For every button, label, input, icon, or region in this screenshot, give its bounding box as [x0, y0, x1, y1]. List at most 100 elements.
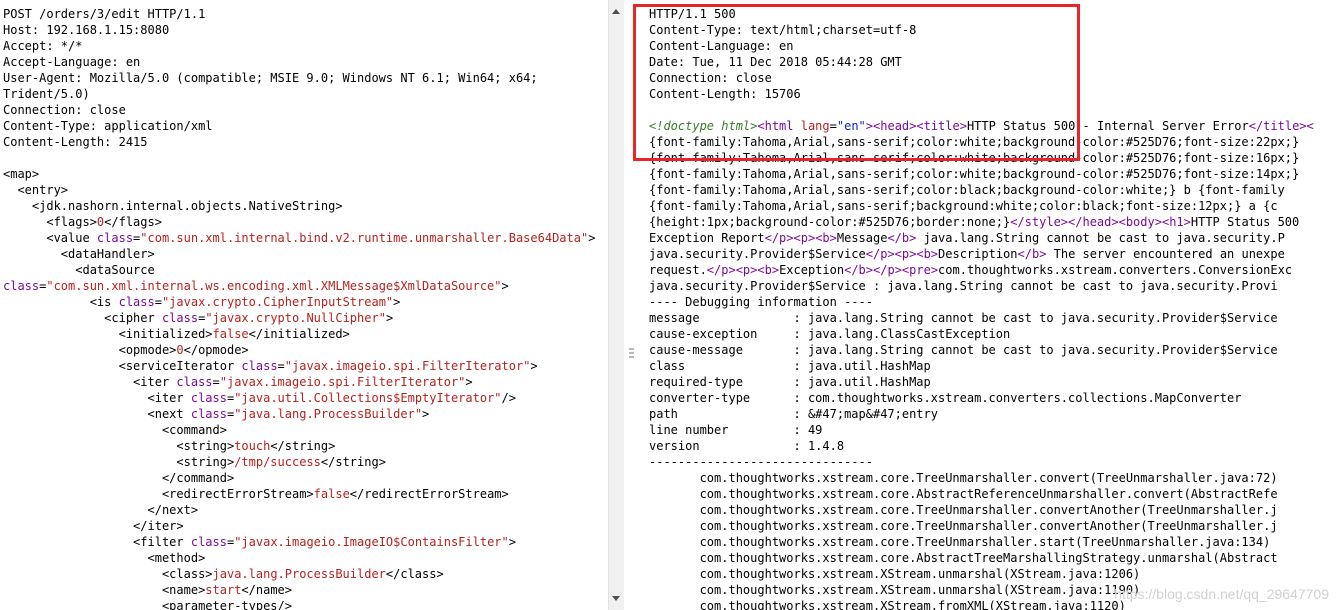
- response-token: com.thoughtworks.xstream.core.AbstractTr…: [649, 551, 1278, 565]
- request-line: Content-Type: application/xml: [3, 118, 595, 134]
- request-token: <name>: [3, 583, 206, 597]
- request-line: [3, 150, 595, 166]
- response-token: cause-message : java.lang.String cannot …: [649, 343, 1278, 357]
- scroll-down-arrow-icon[interactable]: [612, 596, 620, 601]
- request-token: <dataSource: [3, 263, 155, 277]
- response-token: converter-type : com.thoughtworks.xstrea…: [649, 391, 1242, 405]
- response-line: {font-family:Tahoma,Arial,sans-serif;col…: [649, 182, 1314, 198]
- request-token: 0: [176, 343, 184, 357]
- request-line: <command>: [3, 422, 595, 438]
- request-token: >: [501, 279, 509, 293]
- request-token: <opmode>: [3, 343, 177, 357]
- request-token: <serviceIterator: [3, 359, 242, 373]
- request-token: "com.sun.xml.internal.bind.v2.runtime.un…: [140, 231, 589, 245]
- response-token: com.thoughtworks.xstream.XStream.unmarsh…: [649, 567, 1141, 581]
- request-token: <parameter-types/>: [3, 599, 292, 610]
- response-token: com.thoughtworks.xstream.core.TreeUnmars…: [649, 471, 1278, 485]
- response-token: com.thoughtworks.xstream.core.TreeUnmars…: [649, 535, 1271, 549]
- response-line: {font-family:Tahoma,Arial,sans-serif;col…: [649, 166, 1314, 182]
- request-line: <redirectErrorStream>false</redirectErro…: [3, 486, 595, 502]
- response-token: java.security.Provider$Service : java.la…: [649, 279, 1278, 293]
- response-line: Exception Report</p><p><b>Message</b> ja…: [649, 230, 1314, 246]
- response-token: </head>: [1068, 215, 1119, 229]
- request-token: </next>: [3, 503, 199, 517]
- request-token: Content-Type: application/xml: [3, 119, 213, 133]
- response-token: <p>: [793, 231, 816, 245]
- scroll-up-arrow-icon[interactable]: [612, 9, 620, 14]
- request-token: POST /orders/3/edit HTTP/1.1: [3, 7, 206, 21]
- request-token: >: [385, 311, 394, 325]
- request-text[interactable]: POST /orders/3/edit HTTP/1.1 Host: 192.16…: [3, 6, 595, 610]
- response-token: <b>: [815, 231, 837, 245]
- request-token: <redirectErrorStream>: [3, 487, 314, 501]
- response-token: Description: [938, 247, 1018, 261]
- response-token: <h1>: [1161, 215, 1191, 229]
- request-token: "com.sun.xml.internal.ws.encoding.xml.XM…: [46, 279, 502, 293]
- response-line: line number : 49: [649, 422, 1314, 438]
- request-line: class="com.sun.xml.internal.ws.encoding.…: [3, 278, 595, 294]
- request-token: <iter: [3, 391, 191, 405]
- request-token: start: [205, 583, 242, 597]
- request-vertical-scrollbar[interactable]: [608, 0, 624, 610]
- response-token: com.thoughtworks.xstream.XStream.fromXML…: [649, 599, 1126, 610]
- response-token: com.thoughtworks.xstream.converters.Conv…: [938, 263, 1293, 277]
- request-line: </next>: [3, 502, 595, 518]
- response-token: line number : 49: [649, 423, 823, 437]
- request-token: "java.lang.ProcessBuilder": [234, 407, 423, 421]
- request-token: </string>: [270, 439, 336, 453]
- watermark-text: https://blog.csdn.net/qq_29647709: [1114, 586, 1329, 602]
- response-token: Exception: [779, 263, 845, 277]
- request-token: "javax.crypto.CipherInputStream": [161, 295, 394, 309]
- request-line: <name>start</name>: [3, 582, 595, 598]
- response-token: <body>: [1118, 215, 1162, 229]
- request-line: <string>touch</string>: [3, 438, 595, 454]
- response-token: {font-family:Tahoma,Arial,sans-serif;col…: [649, 183, 1285, 197]
- request-token: <map>: [3, 167, 40, 181]
- splitter-grip-icon: [629, 352, 634, 354]
- request-token: </initialized>: [248, 327, 350, 341]
- request-token: <command>: [3, 423, 227, 437]
- request-token: </flags>: [104, 215, 162, 229]
- request-token: java.lang.ProcessBuilder: [212, 567, 386, 581]
- request-token: <filter: [3, 535, 191, 549]
- response-token: request.: [649, 263, 707, 277]
- request-pane[interactable]: POST /orders/3/edit HTTP/1.1 Host: 192.16…: [0, 0, 608, 610]
- request-token: >: [465, 375, 473, 389]
- request-line: Trident/5.0): [3, 86, 595, 102]
- request-line: <class>java.lang.ProcessBuilder</class>: [3, 566, 595, 582]
- request-token: "javax.crypto.NullCipher": [205, 311, 386, 325]
- response-token: </p>: [764, 231, 794, 245]
- request-token: <next: [3, 407, 191, 421]
- request-token: </redirectErrorStream>: [349, 487, 509, 501]
- request-token: <class>: [3, 567, 213, 581]
- response-token: message : java.lang.String cannot be cas…: [649, 311, 1278, 325]
- response-token: </p>: [873, 263, 902, 277]
- request-token: class: [161, 311, 199, 325]
- response-line: ---- Debugging information ----: [649, 294, 1314, 310]
- request-line: <value class="com.sun.xml.internal.bind.…: [3, 230, 595, 246]
- request-line: Accept: */*: [3, 38, 595, 54]
- request-token: Accept-Language: en: [3, 55, 141, 69]
- request-line: <dataSource: [3, 262, 595, 278]
- request-token: <string>: [3, 455, 235, 469]
- response-token: Message: [836, 231, 888, 245]
- response-token: <b>: [916, 247, 939, 261]
- request-line: <iter class="javax.imageio.spi.FilterIte…: [3, 374, 595, 390]
- request-line: Content-Length: 2415: [3, 134, 595, 150]
- response-line: com.thoughtworks.xstream.core.AbstractTr…: [649, 550, 1314, 566]
- response-token: java.lang.String cannot be cast to java.…: [916, 231, 1285, 245]
- response-token: com.thoughtworks.xstream.core.TreeUnmars…: [649, 519, 1278, 533]
- request-token: class: [190, 535, 227, 549]
- request-line: <initialized>false</initialized>: [3, 326, 595, 342]
- response-token: version : 1.4.8: [649, 439, 845, 453]
- request-token: =: [154, 295, 162, 309]
- request-token: <initialized>: [3, 327, 213, 341]
- request-token: "javax.imageio.spi.FilterIterator": [284, 359, 531, 373]
- request-token: Content-Length: 2415: [3, 135, 148, 149]
- request-token: </class>: [385, 567, 444, 581]
- response-token: The server encountered an unexpe: [1046, 247, 1285, 261]
- response-line: -------------------------------: [649, 454, 1314, 470]
- request-line: <next class="java.lang.ProcessBuilder">: [3, 406, 595, 422]
- request-token: <flags>: [3, 215, 97, 229]
- response-line: {font-family:Tahoma,Arial,sans-serif;bac…: [649, 198, 1314, 214]
